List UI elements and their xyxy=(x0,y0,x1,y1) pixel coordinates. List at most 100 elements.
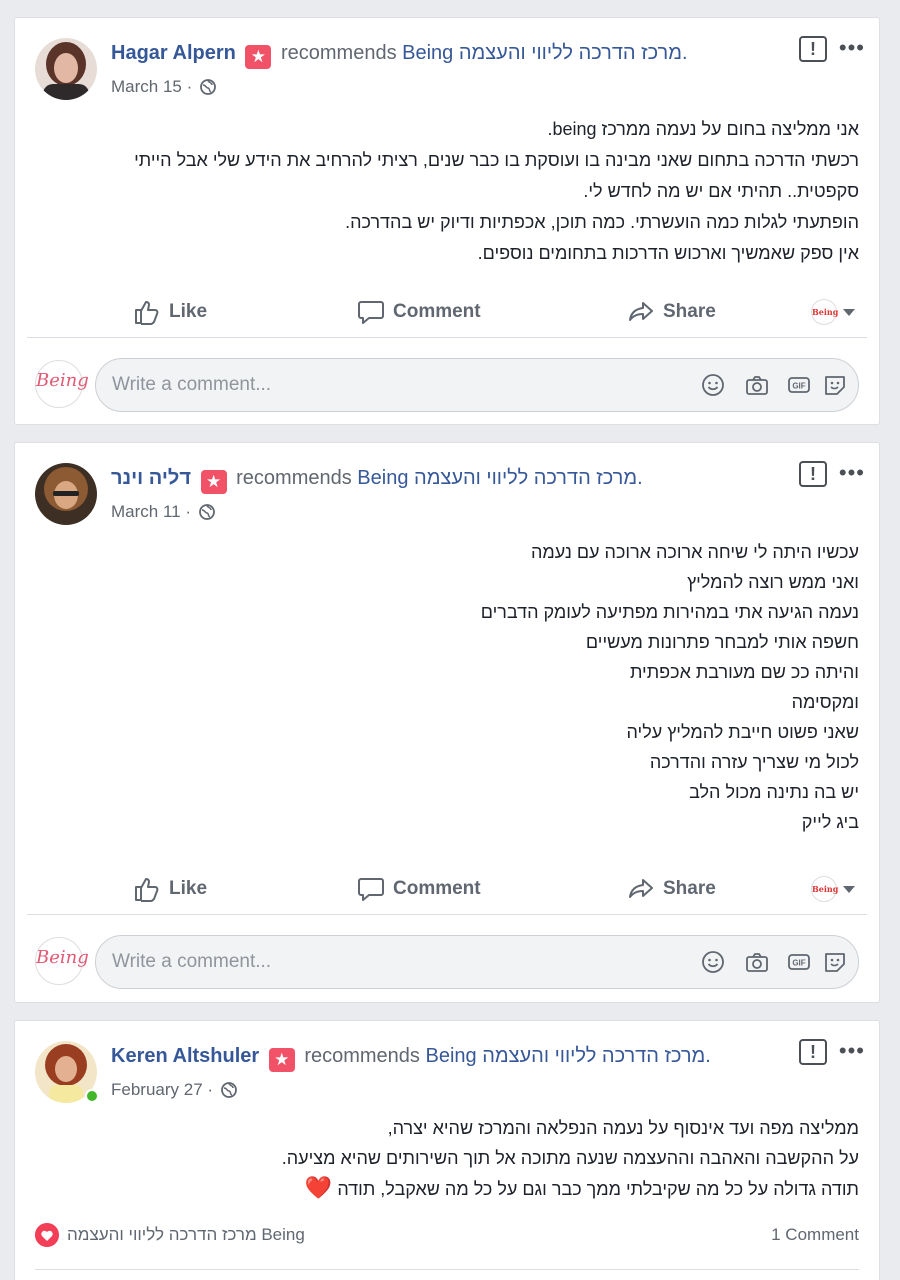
page-link[interactable]: Being מרכז הדרכה לליווי והעצמה. xyxy=(357,467,642,489)
post-as-selector[interactable]: Being xyxy=(811,871,855,907)
post-card: דליה וינר ★ recommends Being מרכז הדרכה … xyxy=(14,442,880,1003)
more-options-icon[interactable]: ••• xyxy=(839,37,865,59)
recommends-label: recommends xyxy=(236,467,352,489)
share-button[interactable]: Share xyxy=(627,294,716,330)
post-text-line: הופתעתי לגלות כמה הועשרתי. כמה תוכן, אכפ… xyxy=(345,212,859,232)
post-date[interactable]: March 15 · xyxy=(111,77,192,96)
post-text-line: חשפה אותי למבחר פתרונות מעשיים xyxy=(585,632,859,652)
camera-icon[interactable] xyxy=(744,372,770,398)
recommend-star-icon: ★ xyxy=(200,470,227,494)
recommend-star-icon: ★ xyxy=(268,1048,295,1072)
avatar-image xyxy=(35,38,97,100)
recommend-star-icon: ★ xyxy=(245,45,272,69)
post-date[interactable]: March 11 · xyxy=(111,502,191,521)
comment-bubble-icon xyxy=(358,878,384,901)
post-header: Hagar Alpern ★ recommends Being מרכז הדר… xyxy=(35,36,864,108)
gif-icon[interactable]: GIF xyxy=(786,949,812,975)
share-button[interactable]: Share xyxy=(627,871,716,907)
author-name[interactable]: Keren Altshuler xyxy=(111,1045,259,1067)
post-text-line: תודה גדולה על כל מה שקיבלתי ממך כבר וגם … xyxy=(35,1173,859,1204)
avatar-image xyxy=(35,463,97,525)
comment-count[interactable]: 1 Comment xyxy=(771,1225,859,1245)
post-text-line: והיתה ככ שם מעורבת אכפתית xyxy=(629,662,859,682)
svg-text:GIF: GIF xyxy=(792,382,805,391)
post-actions: Like Comment Share Being xyxy=(27,863,867,915)
heart-emoji-icon: ❤️ xyxy=(304,1175,333,1200)
author-name[interactable]: דליה וינר xyxy=(111,467,191,489)
post-text-line: ואני ממש רוצה להמליץ xyxy=(687,572,859,592)
comment-label: Comment xyxy=(393,301,481,322)
like-button[interactable]: Like xyxy=(133,294,207,330)
author-avatar[interactable] xyxy=(35,463,97,525)
comment-bubble-icon xyxy=(358,301,384,324)
page-avatar-icon: Being xyxy=(811,299,838,325)
like-label: Like xyxy=(169,301,208,322)
post-card: Hagar Alpern ★ recommends Being מרכז הדר… xyxy=(14,17,880,425)
post-header: דליה וינר ★ recommends Being מרכז הדרכה … xyxy=(35,461,864,533)
page-avatar-icon: Being xyxy=(811,876,838,902)
post-body: ממליצה מפה ועד אינסוף על נעמה הנפלאה והמ… xyxy=(35,1113,859,1204)
post-meta: February 27 · xyxy=(111,1080,238,1100)
post-text-line: סקפטית.. תהיתי אם יש מה לחדש לי. xyxy=(583,181,859,201)
thumbs-up-icon xyxy=(135,301,159,325)
page-avatar: Being xyxy=(35,937,89,985)
reactions-bar: מרכז הדרכה לליווי והעצמה Being 1 Comment xyxy=(35,1219,859,1253)
more-options-icon[interactable]: ••• xyxy=(839,1040,865,1062)
post-text-line: עכשיו היתה לי שיחה ארוכה ארוכה עם נעמה xyxy=(530,542,859,562)
report-icon[interactable]: ! xyxy=(799,461,827,487)
chevron-down-icon xyxy=(843,885,855,893)
camera-icon[interactable] xyxy=(744,949,770,975)
page-link[interactable]: Being מרכז הדרכה לליווי והעצמה. xyxy=(402,42,687,64)
globe-icon xyxy=(220,1082,237,1098)
author-avatar[interactable] xyxy=(35,38,97,100)
page-avatar: Being xyxy=(35,360,89,408)
comment-input[interactable] xyxy=(112,936,632,988)
post-body: אני ממליצה בחום על נעמה ממרכז being. רכש… xyxy=(35,114,859,269)
post-text-line: יש בה נתינה מכול הלב xyxy=(689,782,859,802)
recommends-label: recommends xyxy=(280,42,397,64)
divider xyxy=(35,1269,859,1270)
post-text-line: ביג לייק xyxy=(801,812,859,832)
report-icon[interactable]: ! xyxy=(799,36,827,62)
post-headline: Hagar Alpern ★ recommends Being מרכז הדר… xyxy=(111,42,688,69)
thumbs-up-icon xyxy=(135,878,159,902)
post-date[interactable]: February 27 · xyxy=(111,1080,213,1099)
post-text-line: על ההקשבה והאהבה וההעצמה שנעה מתוכה אל ת… xyxy=(281,1148,859,1168)
recommends-label: recommends xyxy=(304,1045,420,1067)
post-actions: Like Comment Share Being xyxy=(27,286,867,338)
comment-box: GIF xyxy=(95,935,859,989)
post-text-line: אין ספק שאמשיך וארכוש הדרכות בתחומים נוס… xyxy=(477,243,859,263)
emoji-icon[interactable] xyxy=(700,949,726,975)
emoji-icon[interactable] xyxy=(700,372,726,398)
comment-box: GIF xyxy=(95,358,859,412)
sticker-icon[interactable] xyxy=(822,949,848,975)
globe-icon xyxy=(198,504,215,520)
post-as-selector[interactable]: Being xyxy=(811,294,855,330)
comment-button[interactable]: Comment xyxy=(357,871,481,907)
post-text-line: אני ממליצה בחום על נעמה ממרכז being. xyxy=(547,119,859,139)
chevron-down-icon xyxy=(843,308,855,316)
more-options-icon[interactable]: ••• xyxy=(839,462,865,484)
share-label: Share xyxy=(663,301,716,322)
comment-composer: Being GIF xyxy=(35,358,859,412)
love-reaction-icon[interactable] xyxy=(35,1223,59,1247)
gif-icon[interactable]: GIF xyxy=(786,372,812,398)
comment-input[interactable] xyxy=(112,359,632,411)
sticker-icon[interactable] xyxy=(822,372,848,398)
report-icon[interactable]: ! xyxy=(799,1039,827,1065)
page-link[interactable]: Being מרכז הדרכה לליווי והעצמה. xyxy=(425,1045,710,1067)
comment-composer: Being GIF xyxy=(35,935,859,989)
share-arrow-icon xyxy=(629,302,653,321)
svg-text:GIF: GIF xyxy=(792,959,805,968)
like-button[interactable]: Like xyxy=(133,871,207,907)
like-label: Like xyxy=(169,878,208,899)
post-card: Keren Altshuler ★ recommends Being מרכז … xyxy=(14,1020,880,1280)
globe-icon xyxy=(200,79,216,95)
author-name[interactable]: Hagar Alpern xyxy=(111,42,236,64)
being-logo: Being xyxy=(36,370,89,391)
comment-button[interactable]: Comment xyxy=(357,294,481,330)
post-text-line: רכשתי הדרכה בתחום שאני מבינה בו ועוסקת ב… xyxy=(134,150,859,170)
reaction-names[interactable]: מרכז הדרכה לליווי והעצמה Being xyxy=(67,1225,305,1245)
comment-label: Comment xyxy=(393,878,481,899)
being-logo: Being xyxy=(36,947,89,968)
